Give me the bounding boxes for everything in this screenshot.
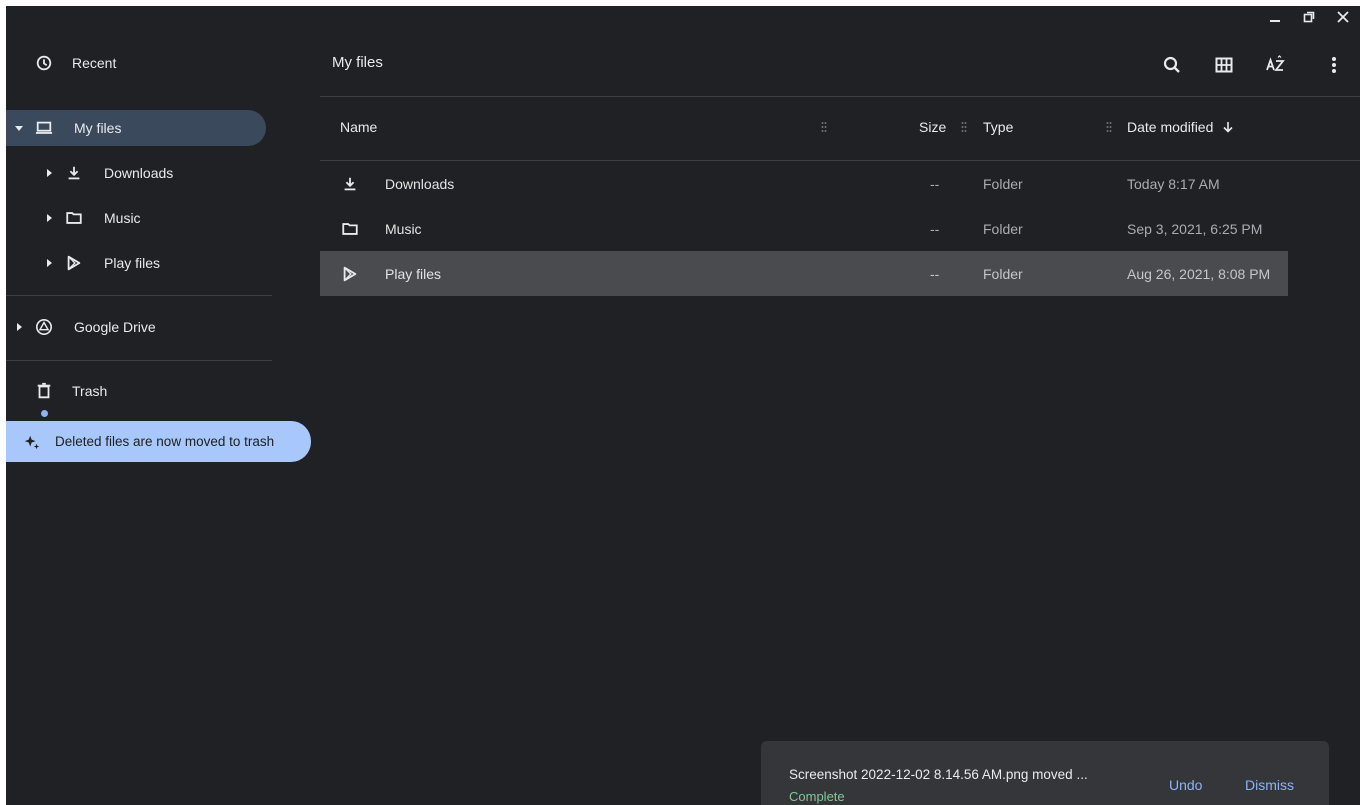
undo-button[interactable]: Undo <box>1169 777 1202 793</box>
trash-icon <box>34 381 54 401</box>
sidebar-item-google-drive[interactable]: Google Drive <box>14 317 156 337</box>
sidebar-item-play-files[interactable]: Play files <box>44 253 160 273</box>
expand-right-icon[interactable] <box>44 213 54 223</box>
sidebar-item-label: Recent <box>72 55 117 71</box>
page-title: My files <box>332 54 383 71</box>
sidebar-item-label: Music <box>104 210 141 226</box>
sidebar-item-label: Trash <box>72 383 108 399</box>
file-size: -- <box>930 220 940 237</box>
clock-icon <box>34 53 54 73</box>
sort-az-icon <box>1266 55 1285 71</box>
more-vert-icon <box>1332 57 1336 73</box>
sidebar-item-label: Google Drive <box>74 319 156 335</box>
sidebar-item-recent[interactable]: Recent <box>34 53 116 73</box>
file-type: Folder <box>983 265 1023 282</box>
search-icon <box>1163 56 1180 73</box>
sidebar-item-music[interactable]: Music <box>44 208 141 228</box>
file-row[interactable]: Music -- Folder Sep 3, 2021, 6:25 PM <box>320 206 1288 251</box>
sparkle-icon <box>22 432 42 452</box>
file-name: Downloads <box>385 175 455 192</box>
sidebar-item-downloads[interactable]: Downloads <box>44 163 173 183</box>
sidebar-item-trash[interactable]: Trash <box>34 381 107 401</box>
move-notification-snackbar: Screenshot 2022-12-02 8.14.56 AM.png mov… <box>761 741 1329 805</box>
file-name: Play files <box>385 265 442 282</box>
grid-view-button[interactable] <box>1210 51 1238 79</box>
sidebar-item-label: Downloads <box>104 165 174 181</box>
file-date-modified: Aug 26, 2021, 8:08 PM <box>1127 265 1271 282</box>
file-date-modified: Today 8:17 AM <box>1127 175 1220 192</box>
download-icon <box>340 174 360 194</box>
file-row-selected[interactable]: Play files -- Folder Aug 26, 2021, 8:08 … <box>320 251 1288 296</box>
folder-icon <box>64 208 84 228</box>
file-name: Music <box>385 220 422 237</box>
file-date-modified: Sep 3, 2021, 6:25 PM <box>1127 220 1263 237</box>
files-app-window: Recent My files Downloads Music Play fil… <box>6 6 1360 805</box>
file-type: Folder <box>983 220 1023 237</box>
arrow-down-icon <box>1223 122 1233 133</box>
column-header-label: Date modified <box>1127 119 1214 135</box>
column-resize-handle[interactable] <box>820 120 828 134</box>
sidebar-divider <box>6 360 272 361</box>
play-store-icon <box>340 264 360 284</box>
file-type: Folder <box>983 175 1023 192</box>
folder-icon <box>340 219 360 239</box>
search-button[interactable] <box>1158 51 1186 79</box>
trash-feature-tooltip[interactable]: Deleted files are now moved to trash <box>6 421 311 462</box>
toolbar: My files <box>320 6 1360 96</box>
sidebar-item-my-files-content[interactable]: My files <box>14 118 121 138</box>
expand-right-icon[interactable] <box>44 258 54 268</box>
file-list-pane: My files Name Size Type Date modified Do… <box>320 6 1360 805</box>
column-header-type[interactable]: Type <box>983 119 1013 135</box>
expand-right-icon[interactable] <box>44 168 54 178</box>
tooltip-text: Deleted files are now moved to trash <box>55 434 275 449</box>
download-icon <box>64 163 84 183</box>
column-header-name[interactable]: Name <box>340 119 377 135</box>
more-options-button[interactable] <box>1320 51 1348 79</box>
file-row[interactable]: Downloads -- Folder Today 8:17 AM <box>320 161 1288 206</box>
column-resize-handle[interactable] <box>960 120 968 134</box>
file-size: -- <box>930 265 940 282</box>
play-store-icon <box>64 253 84 273</box>
column-resize-handle[interactable] <box>1105 120 1113 134</box>
snackbar-message: Screenshot 2022-12-02 8.14.56 AM.png mov… <box>789 767 1088 782</box>
expand-right-icon[interactable] <box>14 322 24 332</box>
google-drive-icon <box>34 317 54 337</box>
file-size: -- <box>930 175 940 192</box>
grid-view-icon <box>1215 57 1233 73</box>
toolbar-divider <box>320 96 1360 97</box>
dismiss-button[interactable]: Dismiss <box>1245 777 1294 793</box>
snackbar-status: Complete <box>789 789 845 804</box>
sidebar-divider <box>6 295 272 296</box>
column-header-date-modified[interactable]: Date modified <box>1127 119 1235 135</box>
sidebar-item-label: My files <box>74 120 122 136</box>
column-header-size[interactable]: Size <box>919 119 946 135</box>
expand-down-icon[interactable] <box>14 123 24 133</box>
new-feature-dot <box>41 410 48 417</box>
laptop-icon <box>34 118 54 138</box>
navigation-sidebar: Recent My files Downloads Music Play fil… <box>6 6 316 805</box>
sidebar-item-label: Play files <box>104 255 161 271</box>
sort-button[interactable] <box>1262 51 1290 79</box>
